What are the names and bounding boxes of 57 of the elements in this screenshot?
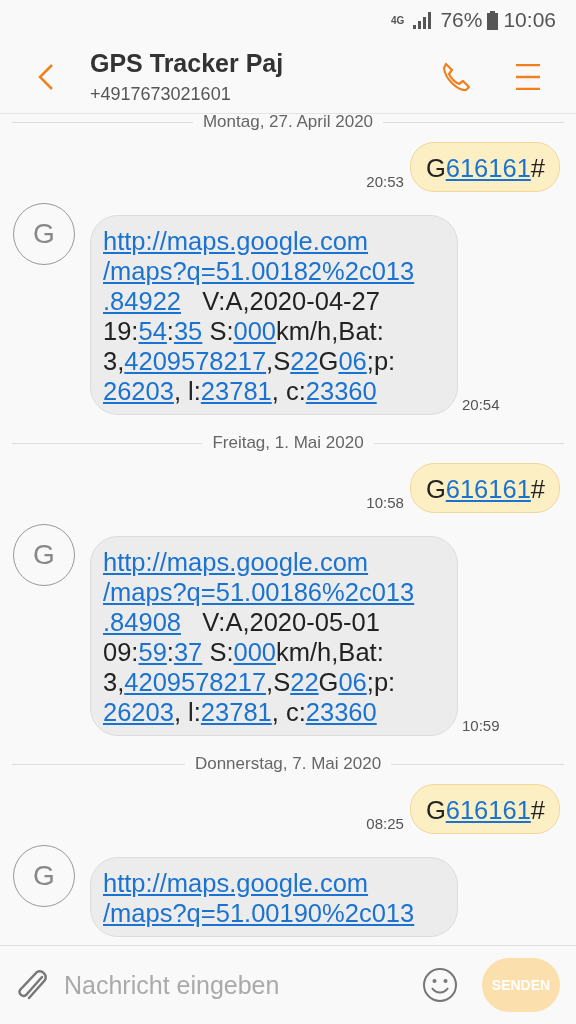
link[interactable]: /maps?q=51.00190%2c013	[103, 899, 415, 927]
link[interactable]: 23360	[305, 377, 377, 405]
link[interactable]: 35	[173, 317, 203, 345]
message-text: http://maps.google.com /maps?q=51.00182%2c013 .84922 V:A,2020-04-27 19:54:35 S:000km/h,Bat: 3,4209578217,S22G06;p: 26203, l:23781, c:23360	[103, 226, 416, 406]
link[interactable]: /maps?q=51.00186%2c013	[103, 578, 415, 606]
message-time: 08:25	[366, 815, 404, 834]
contact-avatar[interactable]: G	[13, 524, 75, 586]
phone-number: +4917673021601	[90, 83, 232, 105]
battery-percent: 76%	[440, 8, 483, 32]
contact-name: GPS Tracker Paj	[90, 48, 285, 78]
battery-icon	[487, 10, 499, 30]
link[interactable]: 000	[233, 317, 277, 345]
link[interactable]: 59	[138, 638, 167, 666]
link[interactable]: 616161	[445, 154, 531, 182]
link[interactable]: 000	[233, 638, 277, 666]
emoji-icon[interactable]	[422, 967, 458, 1003]
link[interactable]: 37	[173, 638, 203, 666]
clock: 10:06	[503, 8, 556, 32]
message-input[interactable]: Nachricht eingeben	[62, 969, 408, 1001]
link[interactable]: 22	[290, 347, 319, 375]
message-time: 10:59	[462, 717, 500, 736]
link[interactable]: 06	[338, 347, 367, 375]
date-divider: Donnerstag, 7. Mai 2020	[194, 754, 382, 774]
message-time: 20:53	[366, 173, 404, 192]
link[interactable]: 23781	[200, 698, 272, 726]
link[interactable]: /maps?q=51.00182%2c013	[103, 257, 415, 285]
menu-icon[interactable]	[516, 63, 540, 90]
link[interactable]: 616161	[445, 475, 531, 503]
link[interactable]: 4209578217	[124, 347, 267, 375]
network-type: 4G	[391, 14, 405, 26]
back-icon[interactable]	[38, 62, 54, 91]
phone-icon[interactable]	[440, 61, 472, 92]
link[interactable]: http://maps.google.com	[103, 869, 369, 897]
link[interactable]: .84922	[103, 287, 181, 315]
message-time: 10:58	[366, 494, 404, 513]
link[interactable]: 22	[290, 668, 319, 696]
link[interactable]: 4209578217	[124, 668, 267, 696]
link[interactable]: http://maps.google.com	[103, 548, 369, 576]
link[interactable]: 616161	[445, 796, 531, 824]
link[interactable]: 26203	[103, 698, 174, 726]
message-time: 20:54	[462, 396, 500, 415]
link[interactable]: 06	[338, 668, 367, 696]
link[interactable]: 54	[138, 317, 167, 345]
contact-avatar[interactable]: G	[13, 203, 75, 265]
link[interactable]: 23781	[200, 377, 272, 405]
link[interactable]: 23360	[305, 698, 377, 726]
date-divider: Freitag, 1. Mai 2020	[212, 433, 364, 453]
contact-avatar[interactable]: G	[13, 845, 75, 907]
message-text: G616161#	[425, 795, 545, 825]
link[interactable]: 26203	[103, 377, 174, 405]
message-text: G616161#	[425, 153, 545, 183]
link[interactable]: http://maps.google.com	[103, 227, 369, 255]
signal-icon	[411, 11, 432, 29]
message-text: http://maps.google.com /maps?q=51.00186%2c013 .84908 V:A,2020-05-01 09:59:37 S:000km/h,Bat: 3,4209578217,S22G06;p: 26203, l:23781, c:23360	[103, 547, 416, 727]
link[interactable]: .84908	[103, 608, 181, 636]
message-text: G616161#	[425, 474, 545, 504]
date-divider: Montag, 27. April 2020	[202, 114, 374, 132]
